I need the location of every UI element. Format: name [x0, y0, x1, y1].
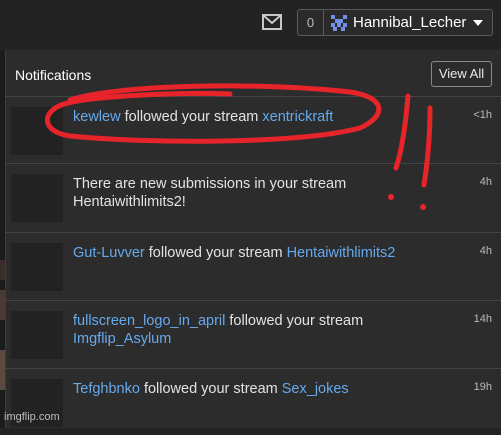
notification-link[interactable]: kewlew [73, 109, 121, 125]
notification-item[interactable]: There are new submissions in your stream… [6, 163, 501, 230]
notification-item[interactable]: fullscreen_logo_in_april followed your s… [6, 300, 501, 367]
notification-item[interactable]: Gut-Luvver followed your stream Hentaiwi… [6, 232, 501, 299]
notification-text: kewlew followed your stream xentrickraft [73, 108, 463, 126]
notification-message: followed your stream [225, 313, 364, 329]
notification-time: <1h [473, 109, 492, 121]
user-menu-button[interactable]: Hannibal_Lecher [324, 9, 493, 36]
panel-header: Notifications View All [6, 50, 501, 96]
notification-link[interactable]: Hentaiwithlimits2 [287, 245, 396, 261]
notification-text: fullscreen_logo_in_april followed your s… [73, 312, 463, 348]
notification-message: followed your stream [120, 109, 263, 125]
notifications-panel: Notifications View All kewlew followed y… [4, 50, 501, 428]
notification-message: There are new submissions in your stream… [73, 176, 347, 210]
notification-link[interactable]: xentrickraft [262, 109, 333, 125]
notification-time: 19h [473, 381, 492, 393]
notification-item[interactable]: Tefghbnko followed your stream Sex_jokes… [6, 368, 501, 435]
notification-time: 4h [479, 245, 492, 257]
notification-text: Gut-Luvver followed your stream Hentaiwi… [73, 244, 463, 262]
watermark: imgflip.com [4, 411, 60, 423]
notification-thumbnail[interactable] [11, 243, 63, 291]
notification-link[interactable]: Imgflip_Asylum [73, 331, 171, 347]
notification-link[interactable]: fullscreen_logo_in_april [73, 313, 225, 329]
notification-link[interactable]: Tefghbnko [73, 381, 140, 397]
panel-title: Notifications [15, 67, 92, 83]
caret-down-icon [473, 20, 483, 26]
notification-time: 4h [479, 176, 492, 188]
notification-text: There are new submissions in your stream… [73, 175, 463, 211]
notification-message: followed your stream [139, 381, 282, 397]
notification-thumbnail[interactable] [11, 107, 63, 155]
notification-link[interactable]: Gut-Luvver [73, 245, 145, 261]
pixel-avatar-icon [331, 15, 347, 31]
notification-count-badge[interactable]: 0 [297, 9, 324, 36]
mail-icon[interactable] [262, 14, 282, 30]
notification-item[interactable]: kewlew followed your stream xentrickraft… [6, 96, 501, 163]
notification-message: followed your stream [144, 245, 287, 261]
notification-link[interactable]: Sex_jokes [282, 381, 349, 397]
view-all-button[interactable]: View All [431, 61, 492, 87]
notification-text: Tefghbnko followed your stream Sex_jokes [73, 380, 463, 398]
top-bar: 0 Hannibal_Lecher [0, 0, 501, 50]
notification-thumbnail[interactable] [11, 311, 63, 359]
username-label: Hannibal_Lecher [353, 14, 467, 31]
notification-thumbnail[interactable] [11, 174, 63, 222]
notification-time: 14h [473, 313, 492, 325]
